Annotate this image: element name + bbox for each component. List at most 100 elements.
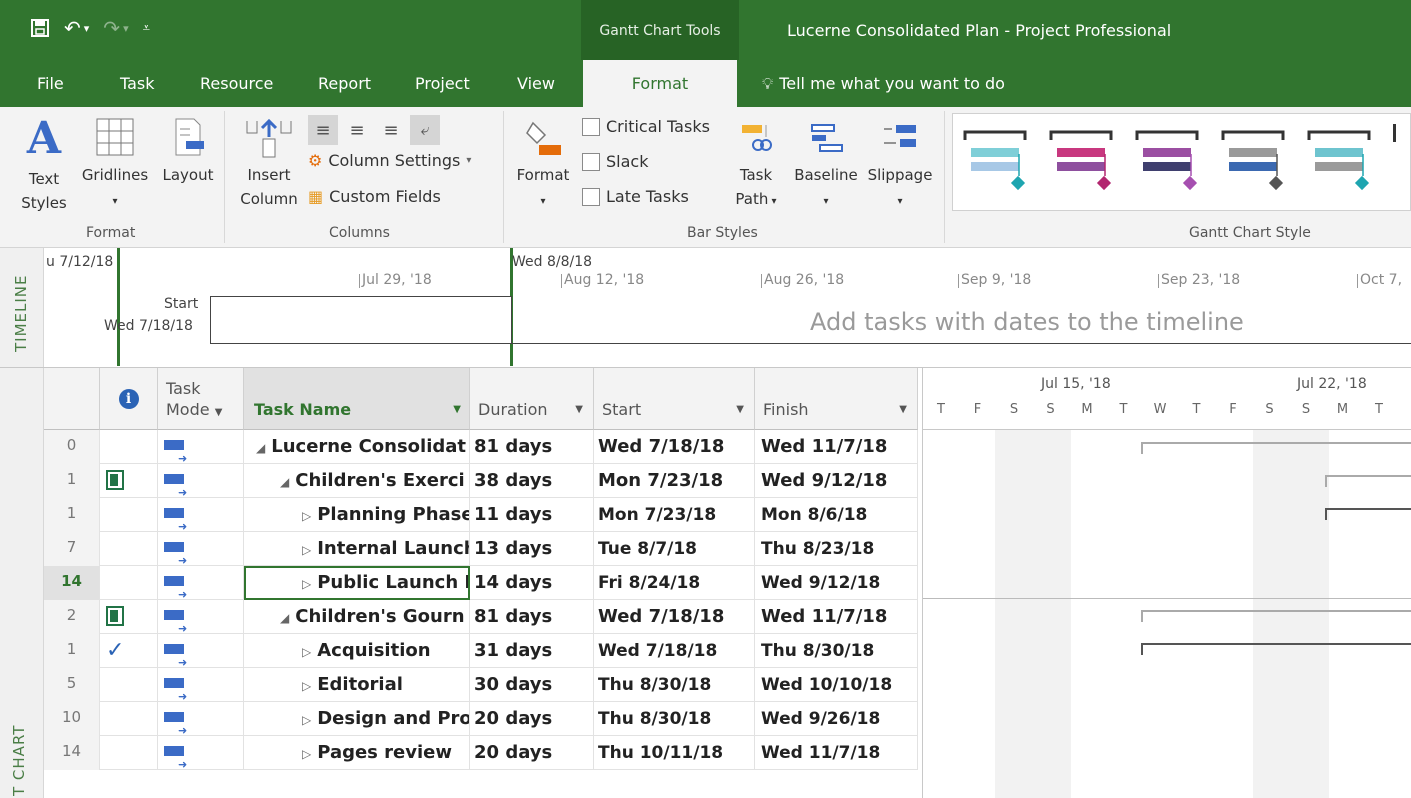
insert-column-button[interactable]: Insert Column [232,115,306,211]
finish-date-cell[interactable]: Wed 11/7/18 [755,430,918,464]
table-row[interactable]: 1 ➜ ▷ Planning Phase 11 days Mon 7/23/18 Mon 8… [44,498,918,532]
collapse-icon[interactable]: ◢ [280,465,289,498]
dropdown-arrow-icon[interactable]: ▼ [215,407,223,418]
duration-cell[interactable]: 11 days [470,498,594,532]
gridlines-button[interactable]: Gridlines ▾ [80,115,150,214]
task-path-button[interactable]: Task Path ▾ [728,115,784,214]
task-mode-cell[interactable]: ➜ [158,532,244,566]
task-name-cell[interactable]: ▷ Editorial [244,668,470,702]
row-id[interactable]: 2 [44,600,100,634]
task-mode-cell[interactable]: ➜ [158,600,244,634]
gantt-style-5[interactable] [1307,124,1377,199]
row-id[interactable]: 5 [44,668,100,702]
tab-project[interactable]: Project [415,60,470,107]
start-date-cell[interactable]: Fri 8/24/18 [594,566,755,600]
finish-date-cell[interactable]: Wed 11/7/18 [755,736,918,770]
row-id[interactable]: 10 [44,702,100,736]
finish-header[interactable]: Finish ▼ [755,368,918,430]
duration-cell[interactable]: 31 days [470,634,594,668]
bar-format-button[interactable]: Format ▾ [510,115,576,214]
task-mode-cell[interactable]: ➜ [158,668,244,702]
collapse-icon[interactable]: ◢ [280,601,289,634]
duration-cell[interactable]: 20 days [470,702,594,736]
task-name-cell[interactable]: ▷ Acquisition [244,634,470,668]
tab-report[interactable]: Report [318,60,371,107]
task-mode-cell[interactable]: ➜ [158,702,244,736]
start-date-cell[interactable]: Tue 8/7/18 [594,532,755,566]
dropdown-arrow-icon[interactable]: ▼ [736,404,744,415]
duration-cell[interactable]: 30 days [470,668,594,702]
task-name-cell[interactable]: ◢ Children's Exerci [244,464,470,498]
gantt-style-2[interactable] [1049,124,1119,199]
tab-resource[interactable]: Resource [200,60,273,107]
task-bar[interactable] [1325,508,1411,520]
table-row[interactable]: 10 ➜ ▷ Design and Proc 20 days Thu 8/30/18 Wed… [44,702,918,736]
task-mode-cell[interactable]: ➜ [158,464,244,498]
timeline-pane[interactable]: TIMELINE u 7/12/18 Wed 8/8/18 Start Wed … [0,248,1411,368]
align-center-icon[interactable]: ≡ [342,115,372,145]
task-name-cell[interactable]: ▷ Internal Launch [244,532,470,566]
finish-date-cell[interactable]: Wed 11/7/18 [755,600,918,634]
wrap-text-icon[interactable]: ⤶ [410,115,440,145]
start-date-cell[interactable]: Thu 8/30/18 [594,702,755,736]
save-icon[interactable] [30,18,50,38]
text-styles-button[interactable]: A Text Styles [14,115,74,215]
finish-date-cell[interactable]: Wed 9/12/18 [755,464,918,498]
summary-bar[interactable] [1325,475,1411,487]
row-id[interactable]: 7 [44,532,100,566]
row-id[interactable]: 1 [44,634,100,668]
finish-date-cell[interactable]: Thu 8/23/18 [755,532,918,566]
row-id[interactable]: 1 [44,498,100,532]
table-row[interactable]: 7 ➜ ▷ Internal Launch 13 days Tue 8/7/18 Thu 8… [44,532,918,566]
task-name-cell[interactable]: ▷ Design and Proc [244,702,470,736]
task-name-cell[interactable]: ▷ Planning Phase [244,498,470,532]
row-id[interactable]: 1 [44,464,100,498]
table-row[interactable]: 14 ➜ ▷ Public Launch P 14 days Fri 8/24/18 Wed… [44,566,918,600]
notes-icon[interactable] [106,606,124,626]
table-row[interactable]: 1 ✓ ➜ ▷ Acquisition 31 days Wed 7/18/18 Thu 8/3… [44,634,918,668]
layout-button[interactable]: Layout [156,115,220,187]
start-date-cell[interactable]: Thu 10/11/18 [594,736,755,770]
task-mode-cell[interactable]: ➜ [158,498,244,532]
baseline-button[interactable]: Baseline ▾ [788,115,864,214]
slack-checkbox[interactable]: Slack [582,152,648,171]
table-row[interactable]: 2 ➜ ◢ Children's Gourn 81 days Wed 7/18/18 Wed… [44,600,918,634]
gantt-style-3[interactable] [1135,124,1205,199]
task-bar[interactable] [1141,643,1411,655]
slippage-button[interactable]: Slippage ▾ [864,115,936,214]
tell-me-box[interactable]: 💡︎ Tell me what you want to do [762,60,1005,107]
row-id[interactable]: 14 [44,736,100,770]
dropdown-arrow-icon[interactable]: ▼ [453,404,461,415]
dropdown-arrow-icon[interactable]: ▼ [575,404,583,415]
align-left-icon[interactable]: ≡ [308,115,338,145]
expand-icon[interactable]: ▷ [302,703,311,736]
expand-icon[interactable]: ▷ [302,737,311,770]
timeline-bar[interactable] [210,296,512,344]
finish-date-cell[interactable]: Thu 8/30/18 [755,634,918,668]
duration-cell[interactable]: 14 days [470,566,594,600]
task-mode-cell[interactable]: ➜ [158,736,244,770]
task-mode-header[interactable]: Task Mode ▼ [158,368,244,430]
task-mode-cell[interactable]: ➜ [158,634,244,668]
undo-icon[interactable]: ↶ ▾ [64,16,89,40]
task-name-cell[interactable]: ◢ Lucerne Consolidat [244,430,470,464]
task-name-cell[interactable]: ▷ Pages review [244,736,470,770]
summary-bar[interactable] [1141,442,1411,454]
expand-icon[interactable]: ▷ [302,499,311,532]
table-row[interactable]: 5 ➜ ▷ Editorial 30 days Thu 8/30/18 Wed 10/10/… [44,668,918,702]
finish-date-cell[interactable]: Mon 8/6/18 [755,498,918,532]
custom-fields-button[interactable]: ▦ Custom Fields [308,187,441,206]
finish-date-cell[interactable]: Wed 10/10/18 [755,668,918,702]
start-date-cell[interactable]: Wed 7/18/18 [594,600,755,634]
gantt-style-4[interactable] [1221,124,1291,199]
finish-date-cell[interactable]: Wed 9/26/18 [755,702,918,736]
dropdown-arrow-icon[interactable]: ▼ [899,404,907,415]
duration-cell[interactable]: 81 days [470,600,594,634]
table-row[interactable]: 0 ➜ ◢ Lucerne Consolidat 81 days Wed 7/18/18 W… [44,430,918,464]
collapse-icon[interactable]: ◢ [256,431,265,464]
expand-icon[interactable]: ▷ [302,669,311,702]
start-date-cell[interactable]: Mon 7/23/18 [594,464,755,498]
tab-task[interactable]: Task [120,60,155,107]
critical-tasks-checkbox[interactable]: Critical Tasks [582,117,710,136]
customize-qat-icon[interactable]: ⩡ [143,21,150,36]
